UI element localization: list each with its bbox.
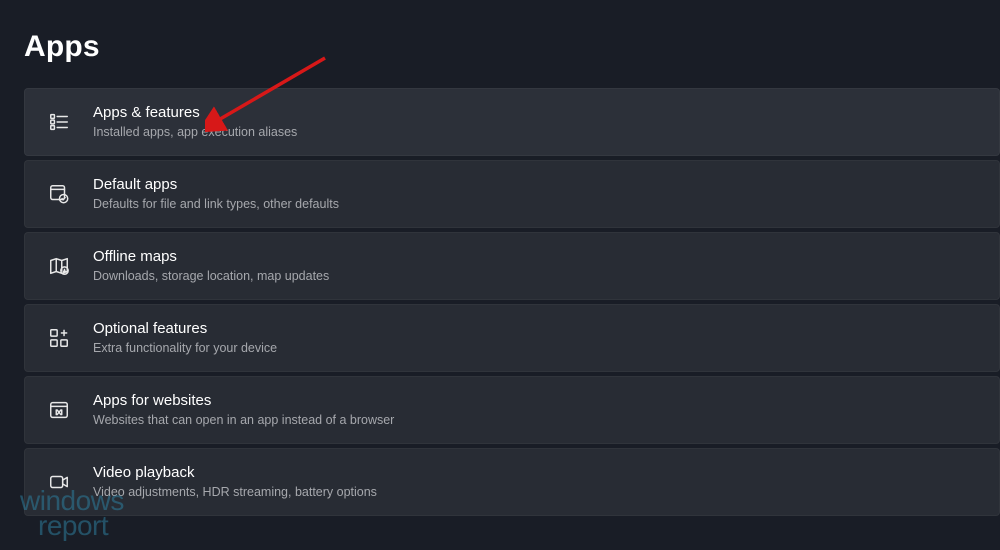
card-desc: Video adjustments, HDR streaming, batter… [93, 484, 377, 500]
apps-for-websites-icon [47, 398, 71, 422]
default-apps-icon [47, 182, 71, 206]
card-title: Video playback [93, 464, 377, 483]
card-title: Apps for websites [93, 392, 394, 411]
card-title: Default apps [93, 176, 339, 195]
optional-features-icon [47, 326, 71, 350]
card-video-playback[interactable]: Video playback Video adjustments, HDR st… [24, 448, 1000, 516]
card-desc: Installed apps, app execution aliases [93, 124, 297, 140]
card-text: Apps for websites Websites that can open… [93, 392, 394, 429]
card-text: Video playback Video adjustments, HDR st… [93, 464, 377, 501]
page-title: Apps [0, 0, 1000, 88]
card-text: Offline maps Downloads, storage location… [93, 248, 329, 285]
card-text: Apps & features Installed apps, app exec… [93, 104, 297, 141]
card-desc: Downloads, storage location, map updates [93, 268, 329, 284]
card-desc: Websites that can open in an app instead… [93, 412, 394, 428]
card-desc: Defaults for file and link types, other … [93, 196, 339, 212]
card-title: Optional features [93, 320, 277, 339]
card-apps-for-websites[interactable]: Apps for websites Websites that can open… [24, 376, 1000, 444]
card-offline-maps[interactable]: Offline maps Downloads, storage location… [24, 232, 1000, 300]
card-text: Default apps Defaults for file and link … [93, 176, 339, 213]
card-text: Optional features Extra functionality fo… [93, 320, 277, 357]
apps-features-icon [47, 110, 71, 134]
card-apps-features[interactable]: Apps & features Installed apps, app exec… [24, 88, 1000, 156]
offline-maps-icon [47, 254, 71, 278]
card-optional-features[interactable]: Optional features Extra functionality fo… [24, 304, 1000, 372]
card-title: Apps & features [93, 104, 297, 123]
settings-list: Apps & features Installed apps, app exec… [0, 88, 1000, 516]
watermark-line2: report [38, 513, 124, 538]
card-desc: Extra functionality for your device [93, 340, 277, 356]
card-title: Offline maps [93, 248, 329, 267]
video-playback-icon [47, 470, 71, 494]
card-default-apps[interactable]: Default apps Defaults for file and link … [24, 160, 1000, 228]
